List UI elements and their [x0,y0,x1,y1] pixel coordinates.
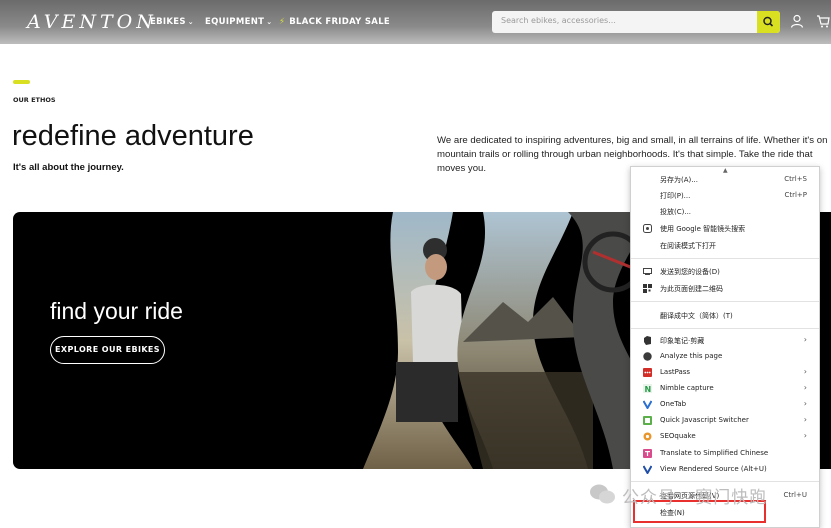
chevron-right-icon: › [803,335,807,344]
menu-item-send-to-device[interactable]: 发送到您的设备(D) [631,264,819,279]
chevron-right-icon: › [803,383,807,392]
nav-equipment[interactable]: EQUIPMENT ⌄ [205,17,272,27]
chevron-right-icon: › [803,431,807,440]
menu-item-js-switcher[interactable]: Quick Javascript Switcher › [631,413,819,428]
section-eyebrow: OUR ETHOS [13,96,56,104]
translate-icon [643,449,652,458]
evernote-icon [644,336,651,345]
nav-ebikes[interactable]: EBIKES ⌄ [150,17,194,27]
qr-icon [643,284,652,293]
ethos-subhead: It's all about the journey. [13,162,124,173]
nav-equipment-label: EQUIPMENT [205,17,265,27]
js-switcher-icon [643,416,652,425]
menu-item-view-rendered-source[interactable]: View Rendered Source (Alt+U) [631,462,819,477]
menu-item-onetab[interactable]: OneTab › [631,397,819,412]
menu-item-qr-code[interactable]: 为此页面创建二维码 [631,281,819,296]
search-input[interactable]: Search ebikes, accessories... [501,16,616,25]
cart-icon[interactable] [816,14,830,28]
search-button[interactable] [757,11,780,33]
menu-item-evernote[interactable]: 印象笔记·剪藏 › [631,333,819,348]
menu-item-save-as[interactable]: 另存为(A)... Ctrl+S [631,172,819,187]
ethos-line: mountain trails or rolling through urban… [437,149,813,160]
onetab-icon [643,400,652,409]
ethos-line: We are dedicated to inspiring adventures… [437,135,828,146]
menu-item-cast[interactable]: 投放(C)... [631,204,819,219]
aventon-logo[interactable]: AVENTON [27,11,157,33]
menu-item-seoquake[interactable]: SEOquake › [631,429,819,444]
chevron-right-icon: › [803,367,807,376]
context-menu: ▲ 另存为(A)... Ctrl+S 打印(P)... Ctrl+P 投放(C)… [630,166,820,528]
device-icon [643,268,652,275]
menu-item-google-lens[interactable]: 使用 Google 智能镜头搜索 [631,221,819,236]
search-icon [763,16,774,27]
menu-separator [631,301,819,302]
hero-title: find your ride [50,298,183,324]
menu-item-print[interactable]: 打印(P)... Ctrl+P [631,188,819,203]
view-source-icon [643,465,652,474]
chevron-right-icon: › [803,399,807,408]
menu-separator [631,328,819,329]
menu-item-reading-mode[interactable]: 在阅读模式下打开 [631,238,819,253]
watermark: 公众号 · 赛门快跑 [622,488,768,508]
chevron-down-icon: ⌄ [266,18,273,26]
nimble-icon: N [643,384,652,393]
menu-item-lastpass[interactable]: LastPass › [631,365,819,380]
user-icon[interactable] [790,14,804,28]
menu-separator [631,481,819,482]
menu-item-translate-chinese[interactable]: Translate to Simplified Chinese [631,446,819,461]
menu-item-translate[interactable]: 翻译成中文（简体）(T) [631,308,819,323]
lastpass-icon [643,368,652,377]
lightning-icon: ⚡ [279,17,286,27]
wechat-icon [590,484,615,504]
search-bar: Search ebikes, accessories... [492,11,780,33]
explore-ebikes-button[interactable]: EXPLORE OUR EBIKES [50,336,165,364]
menu-separator [631,258,819,259]
menu-item-nimble[interactable]: N Nimble capture › [631,381,819,396]
nav-black-friday[interactable]: ⚡ BLACK FRIDAY SALE [279,17,390,27]
ethos-headline: redefine adventure [12,120,254,152]
lens-icon [643,224,652,233]
chevron-right-icon: › [803,415,807,424]
nav-black-friday-label: BLACK FRIDAY SALE [289,17,391,27]
svg-text:N: N [645,385,652,393]
chevron-down-icon: ⌄ [187,18,194,26]
site-header: AVENTON EBIKES ⌄ EQUIPMENT ⌄ ⚡ BLACK FRIDAY… [0,0,831,44]
seoquake-icon [643,432,652,441]
nav-ebikes-label: EBIKES [150,17,186,27]
analyze-icon [643,352,652,361]
accent-bar [13,80,30,84]
menu-item-analyze[interactable]: Analyze this page [631,349,819,364]
